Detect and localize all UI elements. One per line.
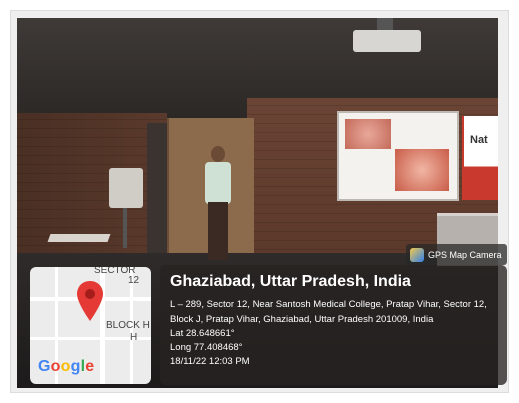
gps-map-camera-icon — [410, 247, 424, 262]
banner-text: Nat — [470, 134, 488, 146]
datetime: 18/11/22 12:03 PM — [170, 356, 250, 367]
map-thumbnail: SECTOR 12 BLOCK H H Google — [30, 267, 151, 384]
gps-map-camera-badge: GPS Map Camera — [406, 244, 507, 265]
floor-mat — [47, 234, 111, 242]
slide-image — [395, 149, 449, 191]
map-label: H — [130, 332, 138, 343]
longitude: Long 77.408468° — [170, 342, 243, 353]
google-logo: Google — [38, 358, 95, 375]
location-address: L – 289, Sector 12, Near Santosh Medical… — [170, 299, 487, 325]
location-info-panel: Ghaziabad, Uttar Pradesh, India L – 289,… — [160, 265, 507, 385]
pillar — [147, 123, 167, 263]
location-title: Ghaziabad, Uttar Pradesh, India — [170, 273, 411, 290]
gps-badge-label: GPS Map Camera — [428, 249, 502, 260]
map-label: 12 — [128, 275, 140, 286]
projector — [353, 30, 421, 52]
speaker-person — [205, 146, 231, 264]
stand-pole — [123, 208, 127, 248]
wall-left — [17, 113, 167, 273]
projection-screen — [337, 111, 459, 201]
stand-fan — [109, 168, 143, 208]
location-pin-icon — [77, 281, 103, 321]
banner: Nat — [462, 116, 498, 200]
latitude: Lat 28.648661° — [170, 328, 235, 339]
slide-image — [345, 119, 391, 149]
map-label: BLOCK H — [106, 320, 150, 331]
